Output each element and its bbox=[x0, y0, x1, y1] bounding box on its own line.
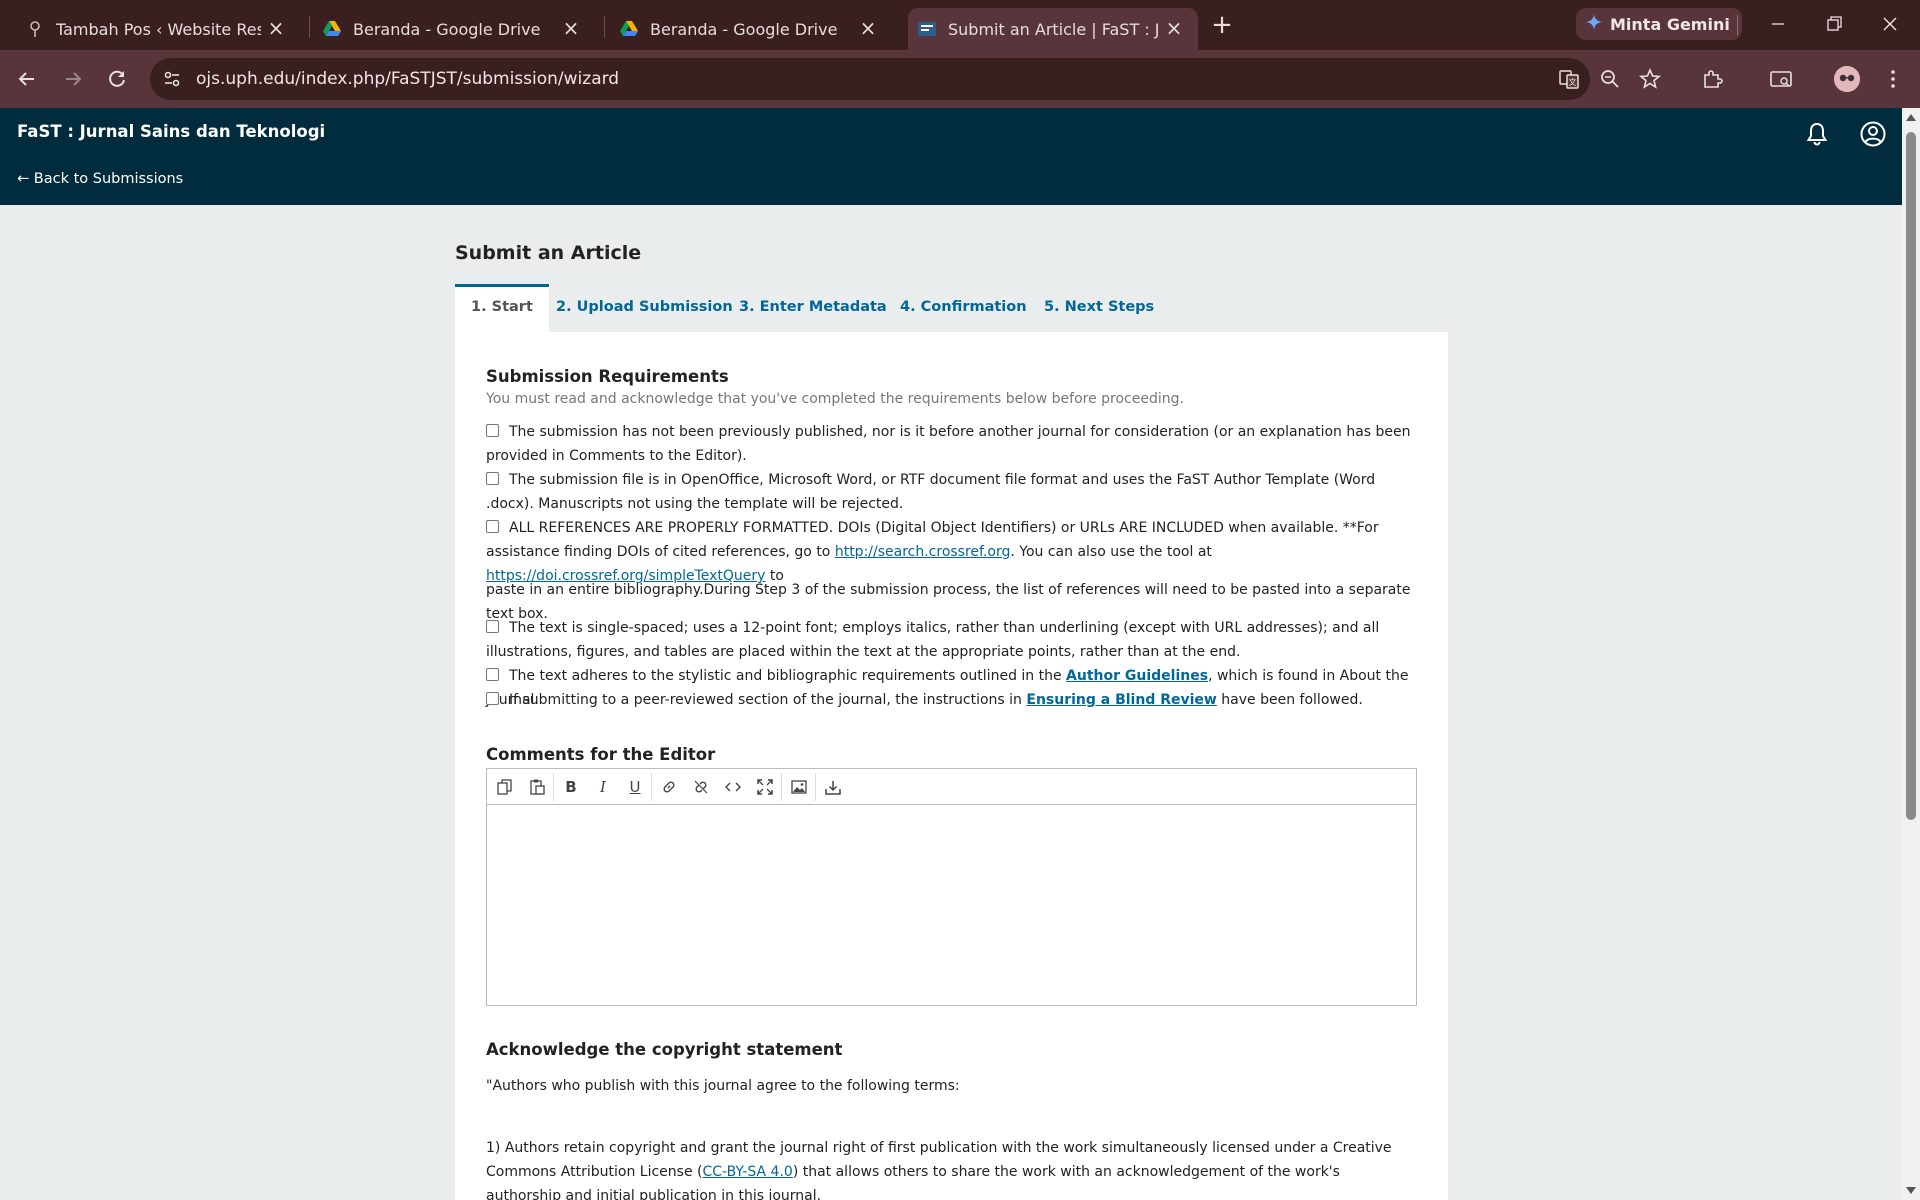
underline-icon[interactable]: U bbox=[623, 775, 647, 799]
crossref-search-link[interactable]: http://search.crossref.org bbox=[835, 544, 1011, 560]
requirement-checkbox[interactable] bbox=[486, 668, 499, 681]
requirement-item: The submission has not been previously p… bbox=[486, 420, 1416, 468]
tab-next-steps[interactable]: 5. Next Steps bbox=[1044, 284, 1154, 332]
comments-editor: B I U bbox=[486, 768, 1417, 1006]
link-icon[interactable] bbox=[657, 775, 681, 799]
scroll-down-icon[interactable] bbox=[1906, 1187, 1916, 1194]
comments-textarea[interactable] bbox=[487, 806, 1416, 1005]
gemini-sparkle-icon bbox=[1586, 14, 1602, 34]
minimize-icon[interactable] bbox=[1764, 10, 1792, 38]
menu-dots-icon[interactable] bbox=[1880, 66, 1906, 92]
browser-tab[interactable]: Beranda - Google Drive × bbox=[594, 8, 892, 50]
requirements-heading: Submission Requirements bbox=[486, 367, 729, 386]
requirement-checkbox[interactable] bbox=[486, 472, 499, 485]
tab-title: Tambah Pos ‹ Website Resmi PT bbox=[56, 19, 261, 39]
bold-icon[interactable]: B bbox=[559, 775, 583, 799]
close-icon[interactable]: × bbox=[266, 18, 286, 38]
back-arrow-icon[interactable] bbox=[14, 66, 40, 92]
translate-icon[interactable]: 文 bbox=[1557, 67, 1581, 91]
editor-toolbar: B I U bbox=[487, 769, 1416, 805]
tab-enter-metadata[interactable]: 3. Enter Metadata bbox=[739, 284, 887, 332]
svg-text:文: 文 bbox=[1569, 77, 1577, 87]
bell-icon[interactable] bbox=[1803, 120, 1831, 148]
tab-search-icon[interactable] bbox=[1768, 66, 1794, 92]
page-title: Submit an Article bbox=[455, 242, 642, 264]
toolbar-separator bbox=[781, 773, 782, 801]
cc-by-sa-link[interactable]: CC-BY-SA 4.0 bbox=[702, 1164, 792, 1180]
unlink-icon[interactable] bbox=[689, 775, 713, 799]
italic-icon[interactable]: I bbox=[591, 775, 615, 799]
browser-tab[interactable]: Tambah Pos ‹ Website Resmi PT × bbox=[0, 8, 300, 50]
site-settings-icon[interactable] bbox=[160, 67, 184, 91]
reload-icon[interactable] bbox=[104, 66, 130, 92]
profile-avatar[interactable] bbox=[1834, 66, 1860, 92]
paste-icon[interactable] bbox=[525, 775, 549, 799]
scrollbar-thumb[interactable] bbox=[1906, 132, 1916, 820]
browser-tab[interactable]: Beranda - Google Drive × bbox=[297, 8, 595, 50]
zoom-icon[interactable] bbox=[1598, 67, 1622, 91]
close-window-icon[interactable] bbox=[1876, 10, 1904, 38]
restore-icon[interactable] bbox=[1820, 10, 1848, 38]
requirement-checkbox[interactable] bbox=[486, 424, 499, 437]
copyright-intro: "Authors who publish with this journal a… bbox=[486, 1078, 960, 1094]
page-scrollbar[interactable] bbox=[1902, 108, 1920, 1200]
ojs-icon bbox=[918, 20, 936, 38]
url-text[interactable]: ojs.uph.edu/index.php/FaSTJST/submission… bbox=[196, 69, 619, 89]
requirement-text: have been followed. bbox=[1216, 692, 1363, 708]
requirement-text: . You can also use the tool at bbox=[1010, 544, 1212, 560]
copyright-heading: Acknowledge the copyright statement bbox=[486, 1040, 843, 1059]
browser-tab-active[interactable]: Submit an Article | FaST : Jurnal × bbox=[908, 8, 1198, 50]
google-drive-icon bbox=[620, 20, 638, 38]
requirement-text: The text adheres to the stylistic and bi… bbox=[509, 668, 1067, 684]
upload-icon[interactable] bbox=[821, 775, 845, 799]
app-header: FaST : Jurnal Sains dan Teknologi ← Back… bbox=[0, 108, 1902, 205]
page-viewport: FaST : Jurnal Sains dan Teknologi ← Back… bbox=[0, 108, 1902, 1200]
copy-icon[interactable] bbox=[493, 775, 517, 799]
requirement-text: The text is single-spaced; uses a 12-poi… bbox=[486, 620, 1380, 660]
requirement-checkbox[interactable] bbox=[486, 520, 499, 533]
requirement-checkbox[interactable] bbox=[486, 692, 499, 705]
scroll-up-icon[interactable] bbox=[1906, 114, 1916, 121]
requirement-item: The text is single-spaced; uses a 12-poi… bbox=[486, 616, 1416, 664]
requirement-text: The submission file is in OpenOffice, Mi… bbox=[486, 472, 1376, 512]
comments-heading: Comments for the Editor bbox=[486, 745, 716, 764]
bookmark-star-icon[interactable] bbox=[1638, 67, 1662, 91]
gemini-button[interactable]: Minta Gemini bbox=[1576, 8, 1742, 40]
image-icon[interactable] bbox=[787, 775, 811, 799]
tab-upload-submission[interactable]: 2. Upload Submission bbox=[556, 284, 733, 332]
requirement-checkbox[interactable] bbox=[486, 620, 499, 633]
extensions-icon[interactable] bbox=[1700, 66, 1726, 92]
requirements-intro: You must read and acknowledge that you'v… bbox=[486, 391, 1184, 407]
toolbar-separator bbox=[651, 773, 652, 801]
toolbar-separator bbox=[553, 773, 554, 801]
pin-icon bbox=[26, 20, 44, 38]
requirement-item: If submitting to a peer-reviewed section… bbox=[486, 688, 1416, 712]
code-icon[interactable] bbox=[721, 775, 745, 799]
blind-review-link[interactable]: Ensuring a Blind Review bbox=[1026, 692, 1216, 708]
gemini-label: Minta Gemini bbox=[1610, 14, 1730, 34]
tab-start[interactable]: 1. Start bbox=[455, 284, 549, 332]
tab-title: Submit an Article | FaST : Jurnal bbox=[948, 19, 1158, 39]
browser-tab-bar: Tambah Pos ‹ Website Resmi PT × Beranda … bbox=[0, 0, 1920, 50]
user-account-icon[interactable] bbox=[1859, 120, 1887, 148]
tab-title: Beranda - Google Drive bbox=[650, 19, 838, 39]
tab-title: Beranda - Google Drive bbox=[353, 19, 541, 39]
close-icon[interactable]: × bbox=[561, 18, 581, 38]
toolbar-separator bbox=[815, 773, 816, 801]
tab-confirmation[interactable]: 4. Confirmation bbox=[900, 284, 1027, 332]
site-title[interactable]: FaST : Jurnal Sains dan Teknologi bbox=[17, 122, 325, 141]
copyright-term-1: 1) Authors retain copyright and grant th… bbox=[486, 1136, 1416, 1200]
back-to-submissions-link[interactable]: ← Back to Submissions bbox=[17, 171, 183, 187]
new-tab-button[interactable]: + bbox=[1208, 12, 1236, 40]
forward-arrow-icon[interactable] bbox=[60, 66, 86, 92]
google-drive-icon bbox=[323, 20, 341, 38]
author-guidelines-link[interactable]: Author Guidelines bbox=[1066, 668, 1208, 684]
close-icon[interactable]: × bbox=[858, 18, 878, 38]
requirement-item: The submission file is in OpenOffice, Mi… bbox=[486, 468, 1416, 516]
fullscreen-icon[interactable] bbox=[753, 775, 777, 799]
requirement-text: The submission has not been previously p… bbox=[486, 424, 1411, 464]
close-icon[interactable]: × bbox=[1164, 18, 1184, 38]
toolbar-separator bbox=[1737, 15, 1738, 35]
requirement-text: If submitting to a peer-reviewed section… bbox=[509, 692, 1027, 708]
